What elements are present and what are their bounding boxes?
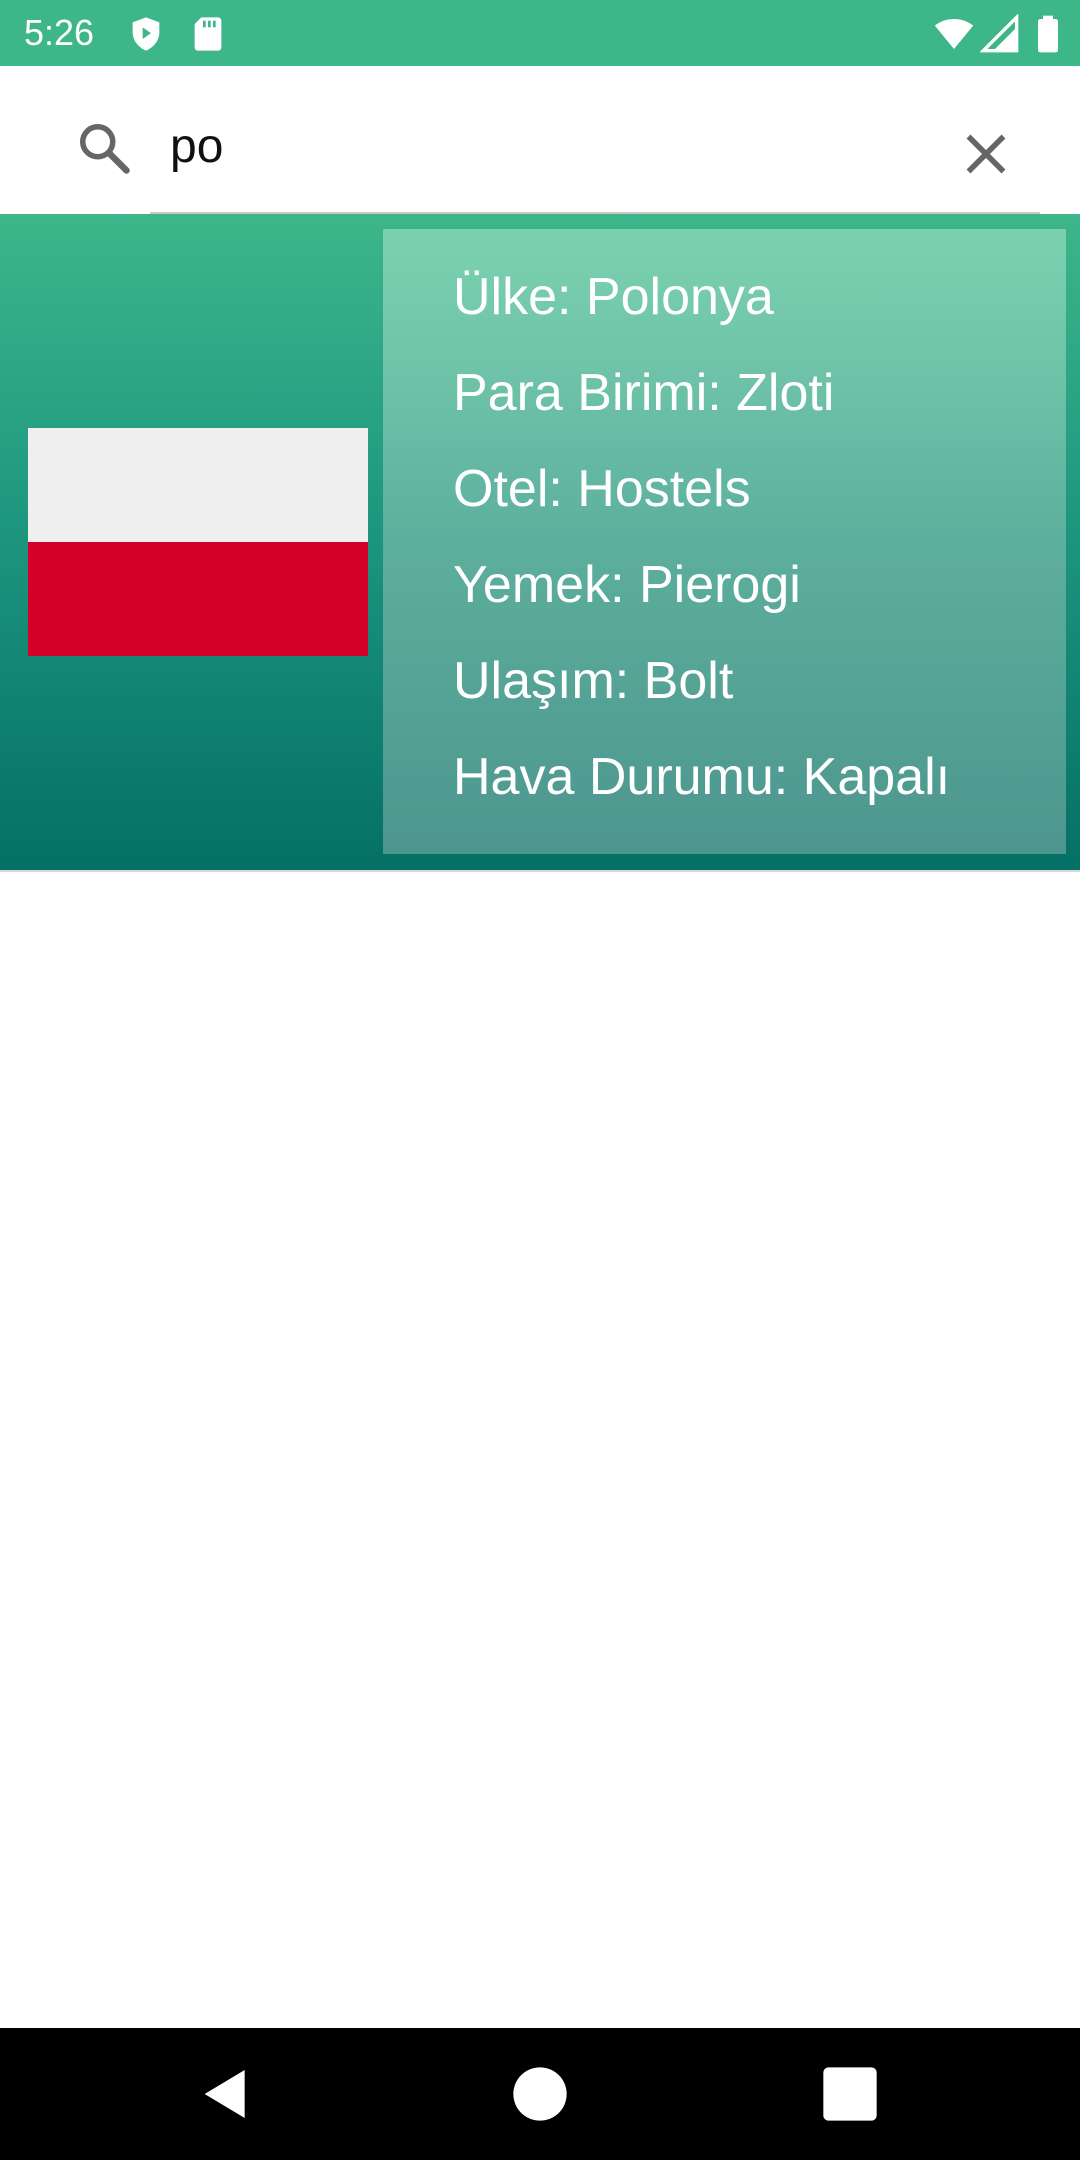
list-divider — [0, 870, 1080, 872]
sd-card-icon — [194, 17, 222, 51]
navigation-bar — [0, 2028, 1080, 2160]
battery-icon — [1038, 15, 1058, 53]
recents-icon[interactable] — [818, 2062, 882, 2126]
status-time: 5:26 — [24, 12, 95, 53]
flag-red-stripe — [28, 542, 368, 656]
poland-flag — [28, 428, 368, 656]
home-icon[interactable] — [508, 2062, 572, 2126]
flag-white-stripe — [28, 428, 368, 542]
currency-label: Para Birimi: Zloti — [453, 364, 835, 422]
search-bar — [0, 66, 1080, 214]
status-bar: 5:26 — [0, 0, 1080, 66]
search-input[interactable] — [150, 114, 930, 178]
shield-icon — [132, 17, 160, 51]
back-icon[interactable] — [194, 2062, 258, 2126]
hotel-label: Otel: Hostels — [453, 460, 751, 518]
close-icon[interactable] — [956, 124, 1016, 184]
transport-label: Ulaşım: Bolt — [453, 652, 734, 710]
country-card[interactable]: Ülke: Polonya Para Birimi: Zloti Otel: H… — [0, 214, 1080, 870]
country-info-panel: Ülke: Polonya Para Birimi: Zloti Otel: H… — [383, 229, 1066, 854]
country-label: Ülke: Polonya — [453, 268, 774, 326]
search-icon[interactable] — [74, 118, 134, 178]
wifi-icon — [934, 19, 974, 49]
weather-label: Hava Durumu: Kapalı — [453, 748, 951, 806]
signal-icon — [980, 14, 1019, 53]
food-label: Yemek: Pierogi — [453, 556, 801, 614]
